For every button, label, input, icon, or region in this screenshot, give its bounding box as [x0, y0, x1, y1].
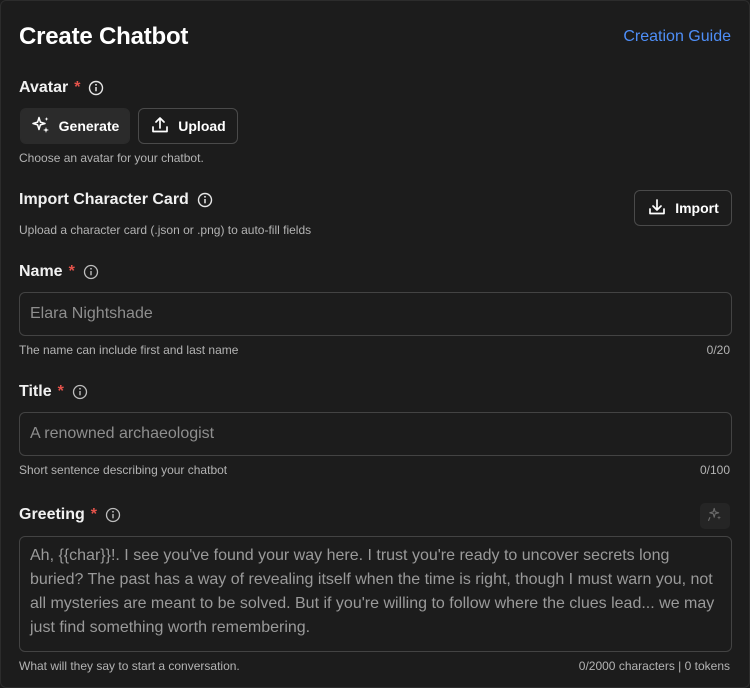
- name-placeholder: Elara Nightshade: [30, 305, 153, 322]
- magic-generate-greeting-button[interactable]: [700, 503, 730, 529]
- sparkles-icon: [707, 506, 723, 527]
- greeting-placeholder: Ah, {{char}}!. I see you've found your w…: [30, 547, 715, 636]
- title-counter: 0/100: [699, 463, 730, 477]
- required-mark: *: [68, 263, 75, 280]
- required-mark: *: [57, 383, 64, 400]
- import-card-label: Import Character Card: [19, 191, 189, 208]
- required-mark: *: [74, 79, 81, 96]
- name-help: The name can include first and last name: [19, 343, 239, 357]
- create-chatbot-panel: Create Chatbot Creation Guide Avatar * G…: [0, 0, 750, 688]
- import-button[interactable]: Import: [634, 190, 732, 226]
- name-label-row: Name *: [19, 263, 99, 281]
- title-placeholder: A renowned archaeologist: [30, 425, 215, 442]
- title-input[interactable]: A renowned archaeologist: [19, 412, 732, 456]
- upload-avatar-button[interactable]: Upload: [138, 108, 238, 144]
- upload-label: Upload: [178, 118, 226, 134]
- greeting-help: What will they say to start a conversati…: [19, 659, 240, 673]
- avatar-label: Avatar: [19, 79, 69, 96]
- greeting-textarea[interactable]: Ah, {{char}}!. I see you've found your w…: [19, 536, 732, 652]
- greeting-label-row: Greeting *: [19, 506, 121, 524]
- creation-guide-link[interactable]: Creation Guide: [623, 28, 731, 46]
- name-counter: 0/20: [706, 343, 730, 357]
- info-icon[interactable]: [197, 192, 213, 208]
- sparkles-icon: [31, 115, 51, 138]
- avatar-help: Choose an avatar for your chatbot.: [19, 151, 204, 165]
- greeting-label: Greeting: [19, 506, 85, 523]
- name-input[interactable]: Elara Nightshade: [19, 292, 732, 336]
- import-label: Import: [675, 200, 719, 216]
- greeting-counter: 0/2000 characters | 0 tokens: [578, 659, 730, 673]
- header: Create Chatbot Creation Guide: [19, 21, 731, 53]
- import-label-row: Import Character Card: [19, 191, 213, 209]
- info-icon[interactable]: [105, 507, 121, 523]
- generate-label: Generate: [58, 118, 120, 134]
- title-label-row: Title *: [19, 383, 88, 401]
- import-card-help: Upload a character card (.json or .png) …: [19, 223, 312, 237]
- name-label: Name: [19, 263, 63, 280]
- title-label: Title: [19, 383, 52, 400]
- info-icon[interactable]: [83, 264, 99, 280]
- required-mark: *: [90, 506, 98, 523]
- generate-avatar-button[interactable]: Generate: [20, 108, 130, 144]
- info-icon[interactable]: [72, 384, 88, 400]
- download-icon: [647, 197, 667, 220]
- title-help: Short sentence describing your chatbot: [19, 463, 228, 477]
- info-icon[interactable]: [88, 80, 104, 96]
- page-title: Create Chatbot: [19, 23, 189, 50]
- avatar-label-row: Avatar *: [19, 79, 104, 97]
- upload-icon: [150, 115, 170, 138]
